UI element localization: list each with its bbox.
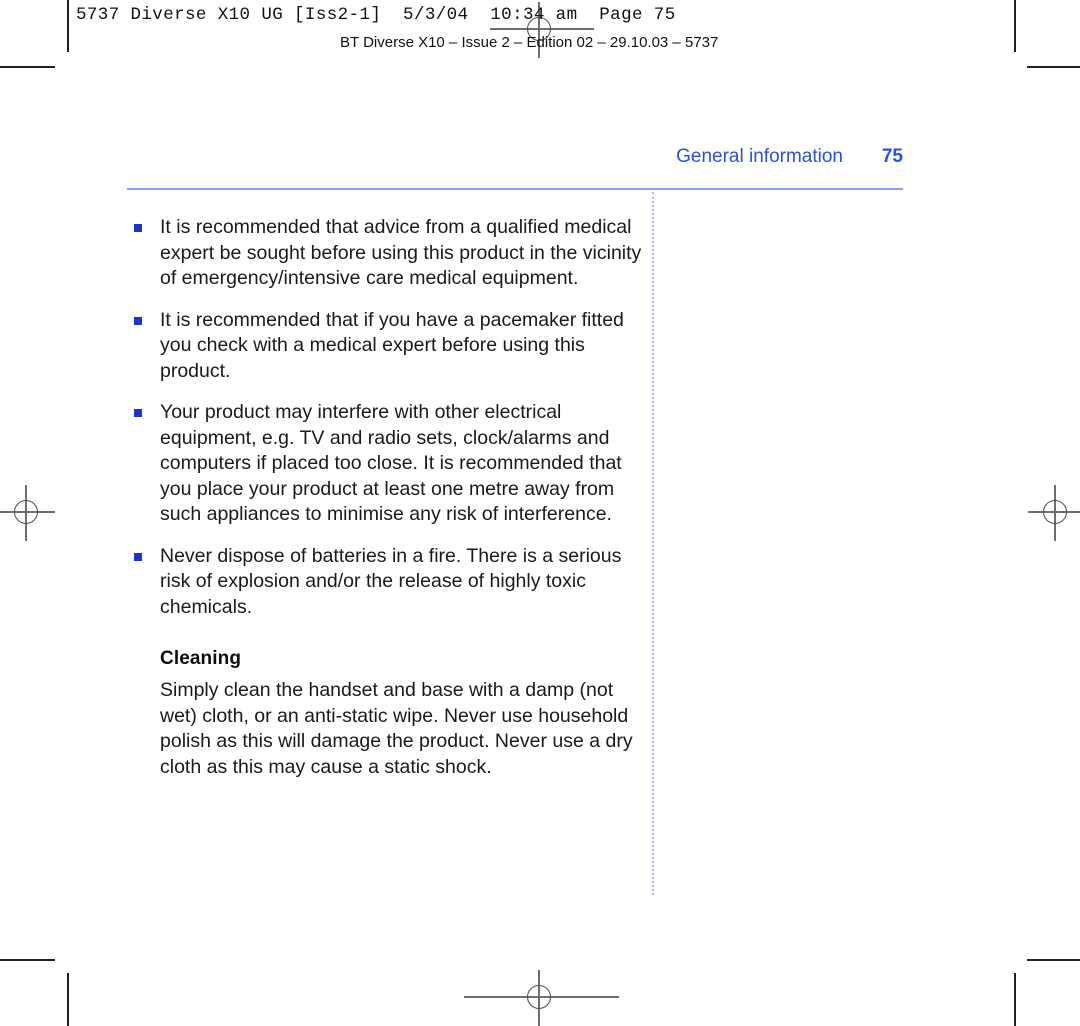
prepress-slug-line-primary: 5737 Diverse X10 UG [Iss2-1] 5/3/04 10:3… [76, 5, 676, 25]
header-rule [127, 188, 903, 190]
crop-mark-bottom-left-vertical [67, 973, 69, 1026]
square-bullet-icon [134, 316, 142, 325]
list-item: Your product may interfere with other el… [127, 400, 647, 528]
registration-mark-circle [1043, 500, 1067, 524]
list-item: It is recommended that if you have a pac… [127, 308, 647, 385]
crop-mark-top-right-vertical [1014, 0, 1016, 52]
list-item: It is recommended that advice from a qua… [127, 215, 647, 292]
crop-mark-bottom-right-horizontal [1027, 959, 1080, 961]
crop-mark-bottom-left-horizontal [0, 959, 55, 961]
list-item-text: Never dispose of batteries in a fire. Th… [160, 544, 622, 618]
running-head-title: General information [676, 146, 843, 167]
registration-mark-right [1028, 485, 1080, 541]
list-item: Never dispose of batteries in a fire. Th… [127, 544, 647, 621]
registration-mark-bottom [464, 970, 619, 1026]
running-head: General information 75 [127, 146, 903, 168]
crop-mark-top-left-vertical [67, 0, 69, 52]
square-bullet-icon [134, 409, 142, 417]
column-guide-dotted-rule [652, 192, 654, 895]
section-heading-cleaning: Cleaning [160, 648, 242, 669]
crop-mark-bottom-right-vertical [1014, 973, 1016, 1026]
section-paragraph-cleaning: Simply clean the handset and base with a… [160, 679, 633, 778]
registration-mark-circle [527, 985, 551, 1009]
crop-mark-top-right-horizontal [1027, 66, 1080, 68]
page-content: It is recommended that advice from a qua… [127, 215, 647, 780]
list-item-text: Your product may interfere with other el… [160, 401, 622, 525]
prepress-slug-line-secondary: BT Diverse X10 – Issue 2 – Edition 02 – … [340, 34, 719, 51]
crop-mark-top-left-horizontal [0, 66, 55, 68]
list-item-text: It is recommended that advice from a qua… [160, 216, 642, 289]
list-item-text: It is recommended that if you have a pac… [160, 308, 624, 382]
safety-bullet-list: It is recommended that advice from a qua… [127, 215, 647, 620]
square-bullet-icon [134, 552, 142, 561]
registration-mark-circle [14, 500, 38, 524]
square-bullet-icon [134, 224, 142, 232]
document-page: 5737 Diverse X10 UG [Iss2-1] 5/3/04 10:3… [0, 0, 1080, 1026]
page-number: 75 [881, 146, 903, 167]
registration-mark-left [0, 485, 55, 541]
